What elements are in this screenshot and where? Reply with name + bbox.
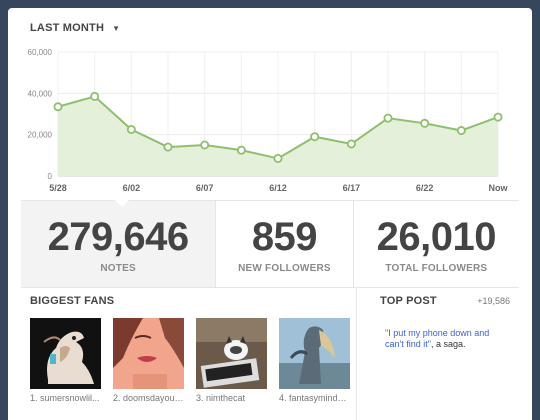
fan-avatar-knight[interactable] (279, 318, 350, 389)
fan-item[interactable]: 3. nimthecat (196, 318, 267, 403)
y-tick-label: 0 (48, 172, 53, 181)
x-tick-label: 6/07 (196, 183, 214, 193)
fan-item[interactable]: 1. sumersnowlil... (30, 318, 101, 403)
notes-chart: 0 20,000 40,000 60,000 5/28 6/02 6/07 6/12 6/17 6… (8, 40, 532, 198)
fan-name[interactable]: 4. fantasymind2... (279, 393, 350, 403)
x-tick-label: 6/17 (343, 183, 361, 193)
fan-avatar-dragon[interactable] (30, 318, 101, 389)
data-point (200, 140, 210, 150)
caret-down-icon: ▼ (112, 23, 121, 33)
biggest-fans-panel: BIGGEST FANS 1. sumersnowlil... 2. dooms… (21, 288, 357, 420)
top-post-title: TOP POST (380, 295, 437, 307)
stat-total-followers-label: TOTAL FOLLOWERS (385, 262, 488, 274)
fan-name[interactable]: 2. doomsdayoutl... (113, 393, 184, 403)
notes-chart-svg: 0 20,000 40,000 60,000 5/28 6/02 6/07 6/12 6/17 6… (28, 48, 509, 193)
active-tab-notch (115, 200, 129, 207)
time-range-label: LAST MONTH (30, 22, 105, 34)
x-tick-label: 5/28 (49, 183, 67, 193)
data-point (383, 113, 393, 123)
data-point (310, 132, 320, 142)
data-point (273, 153, 283, 163)
stat-notes-label: NOTES (100, 262, 136, 274)
top-post-link[interactable]: "I put my phone down and can't find it",… (385, 328, 505, 350)
data-point (420, 118, 430, 128)
stat-new-followers[interactable]: 859 NEW FOLLOWERS (215, 201, 352, 287)
stat-new-followers-value: 859 (251, 214, 318, 259)
stat-notes-value: 279,646 (47, 214, 190, 259)
top-post-rest: , a saga. (430, 339, 466, 349)
y-tick-label: 20,000 (28, 131, 53, 140)
x-tick-label: 6/02 (123, 183, 141, 193)
stats-row: 279,646 NOTES 859 NEW FOLLOWERS 26,010 T… (21, 200, 519, 288)
fan-item[interactable]: 2. doomsdayoutl... (113, 318, 184, 403)
fan-name[interactable]: 3. nimthecat (196, 393, 267, 403)
fan-avatar-face[interactable] (113, 318, 184, 389)
stat-total-followers-value: 26,010 (376, 214, 497, 259)
x-tick-label: 6/22 (416, 183, 434, 193)
data-point (456, 126, 466, 136)
fan-avatar-cat[interactable] (196, 318, 267, 389)
data-point (236, 145, 246, 155)
time-range-dropdown[interactable]: LAST MONTH ▼ (30, 22, 120, 34)
data-point (90, 91, 100, 101)
stat-total-followers[interactable]: 26,010 TOTAL FOLLOWERS (352, 201, 519, 287)
fan-name[interactable]: 1. sumersnowlil... (30, 393, 101, 403)
y-tick-label: 60,000 (28, 48, 53, 57)
data-point (163, 142, 173, 152)
biggest-fans-title: BIGGEST FANS (30, 295, 115, 307)
top-post-panel: TOP POST +19,586 "I put my phone down an… (370, 288, 520, 420)
data-point (346, 139, 356, 149)
x-tick-label: 6/12 (269, 183, 287, 193)
activity-card: LAST MONTH ▼ 0 20,000 40,000 60,000 5/28 6/02… (8, 8, 532, 420)
y-tick-label: 40,000 (28, 89, 53, 98)
stat-notes[interactable]: 279,646 NOTES (21, 201, 216, 287)
top-post-count: +19,586 (477, 296, 510, 306)
x-tick-label: Now (489, 183, 509, 193)
stat-new-followers-label: NEW FOLLOWERS (238, 262, 331, 274)
data-point (126, 125, 136, 135)
data-point (53, 102, 63, 112)
data-point (493, 112, 503, 122)
fan-item[interactable]: 4. fantasymind2... (279, 318, 350, 403)
